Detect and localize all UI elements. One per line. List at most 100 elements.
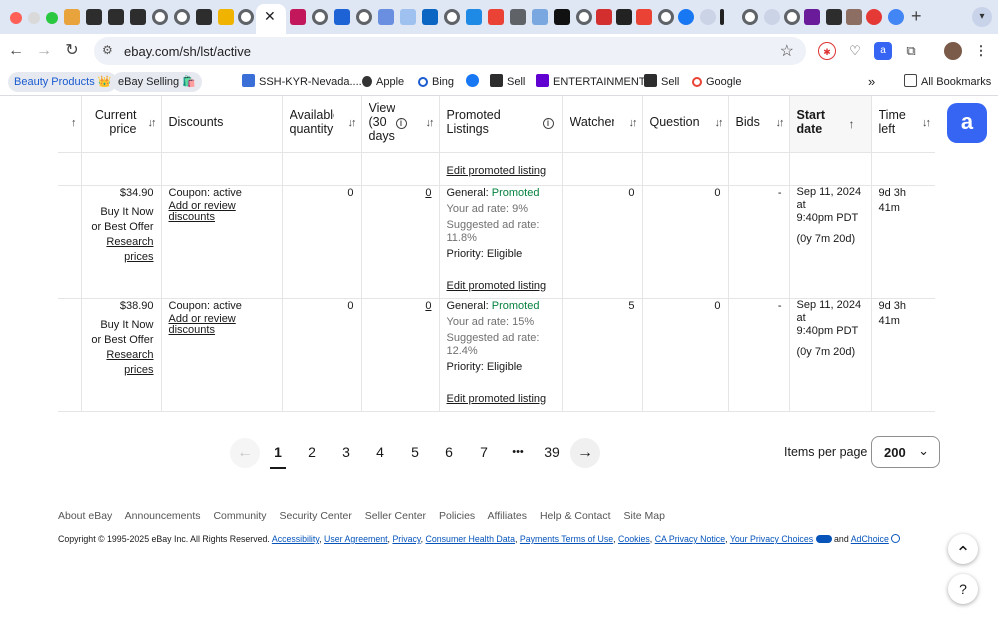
- column-header-watchers[interactable]: Watchers ↓↑: [562, 96, 643, 153]
- footer-link-affiliates[interactable]: Affiliates: [488, 510, 528, 522]
- edit-promoted-listing-link[interactable]: Edit promoted listing: [447, 279, 547, 294]
- footer-link-about[interactable]: About eBay: [58, 510, 112, 522]
- maximize-window-button[interactable]: [46, 12, 58, 24]
- column-header-time-left[interactable]: Time left ↓↑: [871, 96, 935, 153]
- tab-favicon-icon[interactable]: [720, 9, 724, 25]
- extension-icon[interactable]: ✱: [818, 42, 836, 60]
- sort-icon[interactable]: ↑: [71, 117, 76, 129]
- column-header-promoted-listings[interactable]: Promoted Listings i: [439, 96, 563, 153]
- tab-favicon-icon[interactable]: [108, 9, 124, 25]
- assistant-extension-button[interactable]: a: [947, 103, 987, 143]
- globe-icon[interactable]: [174, 9, 190, 25]
- legal-link-privacy[interactable]: Privacy: [392, 534, 420, 544]
- research-prices-link[interactable]: Research prices: [89, 235, 153, 265]
- linkedin-icon[interactable]: [422, 9, 438, 25]
- globe-icon[interactable]: [152, 9, 168, 25]
- google-icon[interactable]: [488, 9, 504, 25]
- forward-arrow-icon[interactable]: →: [34, 41, 54, 61]
- close-window-button[interactable]: [10, 12, 22, 24]
- column-header-bids[interactable]: Bids ↓↑: [728, 96, 790, 153]
- research-prices-link[interactable]: Research prices: [89, 348, 153, 378]
- close-tab-icon[interactable]: ✕: [264, 8, 276, 24]
- minimize-window-button[interactable]: [28, 12, 40, 24]
- tab-favicon-icon[interactable]: [764, 9, 780, 25]
- column-header-available-quantity[interactable]: Availablequantity ↓↑: [282, 96, 362, 153]
- bookmark-star-icon[interactable]: ☆: [780, 41, 794, 61]
- bookmark-bing[interactable]: Bing: [418, 72, 454, 92]
- globe-icon[interactable]: [444, 9, 460, 25]
- tab-favicon-icon[interactable]: [554, 9, 570, 25]
- page-4-button[interactable]: 4: [370, 444, 390, 460]
- footer-link-community[interactable]: Community: [213, 510, 266, 522]
- bookmark-beauty-products[interactable]: Beauty Products 👑: [8, 72, 118, 92]
- sort-icon[interactable]: ↓↑: [629, 117, 638, 129]
- arrow-up-icon[interactable]: ↑: [849, 117, 855, 131]
- sort-icon[interactable]: ↓↑: [348, 117, 357, 129]
- tab-search-chevron-icon[interactable]: ▾: [972, 7, 992, 27]
- page-1-button[interactable]: 1: [268, 444, 288, 460]
- tab-favicon-icon[interactable]: [596, 9, 612, 25]
- column-header-start-date[interactable]: Start date ↑: [789, 96, 872, 153]
- bookmark-facebook[interactable]: [466, 72, 483, 92]
- bookmark-sell-1[interactable]: Sell: [490, 72, 525, 92]
- legal-link-payments-terms[interactable]: Payments Terms of Use: [520, 534, 613, 544]
- tab-favicon-icon[interactable]: [290, 9, 306, 25]
- legal-link-privacy-choices[interactable]: Your Privacy Choices: [730, 534, 813, 544]
- avatar[interactable]: [944, 42, 962, 60]
- puzzle-icon[interactable]: ⧉: [902, 42, 920, 60]
- tab-favicon-icon[interactable]: [846, 9, 862, 25]
- tab-favicon-icon[interactable]: [196, 9, 212, 25]
- bookmark-sell-2[interactable]: Sell: [644, 72, 679, 92]
- legal-link-cookies[interactable]: Cookies: [618, 534, 650, 544]
- column-header-questions[interactable]: Questions ↓↑: [642, 96, 729, 153]
- tab-favicon-icon[interactable]: [700, 9, 716, 25]
- page-7-button[interactable]: 7: [474, 444, 494, 460]
- page-last-button[interactable]: 39: [542, 444, 562, 460]
- bookmark-ebay-selling[interactable]: eBay Selling 🛍️: [112, 72, 202, 92]
- page-6-button[interactable]: 6: [439, 444, 459, 460]
- add-review-discounts-link[interactable]: Add or review discounts: [169, 200, 275, 223]
- facebook-icon[interactable]: [678, 9, 694, 25]
- info-icon[interactable]: i: [542, 118, 554, 129]
- bookmark-apple[interactable]: Apple: [362, 72, 404, 92]
- legal-link-accessibility[interactable]: Accessibility: [272, 534, 319, 544]
- add-review-discounts-link[interactable]: Add or review discounts: [169, 313, 275, 336]
- scroll-to-top-button[interactable]: ⌃: [948, 534, 978, 564]
- bookmark-google[interactable]: Google: [692, 72, 741, 92]
- gear-icon[interactable]: [888, 9, 904, 25]
- google-icon[interactable]: [636, 9, 652, 25]
- views-link[interactable]: 0: [425, 187, 431, 199]
- help-button[interactable]: ?: [948, 574, 978, 604]
- tab-favicon-icon[interactable]: [866, 9, 882, 25]
- tab-favicon-icon[interactable]: [826, 9, 842, 25]
- reload-icon[interactable]: ↻: [62, 41, 82, 61]
- sort-icon[interactable]: ↓↑: [148, 117, 157, 129]
- page-2-button[interactable]: 2: [302, 444, 322, 460]
- previous-page-button[interactable]: ←: [230, 438, 260, 468]
- bookmark-ssh-kyr[interactable]: SSH-KYR-Nevada....: [242, 72, 362, 92]
- sort-icon[interactable]: ↓↑: [426, 117, 435, 129]
- next-page-button[interactable]: →: [570, 438, 600, 468]
- globe-icon[interactable]: [742, 9, 758, 25]
- bookmark-entertainment[interactable]: ENTERTAINMENT: [536, 72, 646, 92]
- all-bookmarks-button[interactable]: All Bookmarks: [904, 72, 991, 92]
- sort-icon[interactable]: ↓↑: [922, 117, 931, 129]
- tab-favicon-icon[interactable]: [804, 9, 820, 25]
- heart-icon[interactable]: ♡: [846, 42, 864, 60]
- tab-favicon-icon[interactable]: [400, 9, 416, 25]
- footer-link-policies[interactable]: Policies: [439, 510, 475, 522]
- column-header-views[interactable]: Views(30days) i ↓↑: [361, 96, 440, 153]
- footer-link-help-contact[interactable]: Help & Contact: [540, 510, 611, 522]
- items-per-page-select[interactable]: 200 ⌄: [871, 436, 940, 468]
- edit-promoted-listing-link[interactable]: Edit promoted listing: [447, 165, 547, 177]
- footer-link-security-center[interactable]: Security Center: [279, 510, 351, 522]
- more-pages-button[interactable]: •••: [506, 446, 530, 458]
- column-header-current-price[interactable]: Current price ↓↑: [81, 96, 162, 153]
- more-menu-icon[interactable]: ⋮: [972, 42, 990, 60]
- tab-favicon-icon[interactable]: [86, 9, 102, 25]
- footer-link-seller-center[interactable]: Seller Center: [365, 510, 426, 522]
- tab-favicon-icon[interactable]: [130, 9, 146, 25]
- globe-icon[interactable]: [576, 9, 592, 25]
- legal-link-ca-privacy-notice[interactable]: CA Privacy Notice: [655, 534, 725, 544]
- tab-favicon-icon[interactable]: [378, 9, 394, 25]
